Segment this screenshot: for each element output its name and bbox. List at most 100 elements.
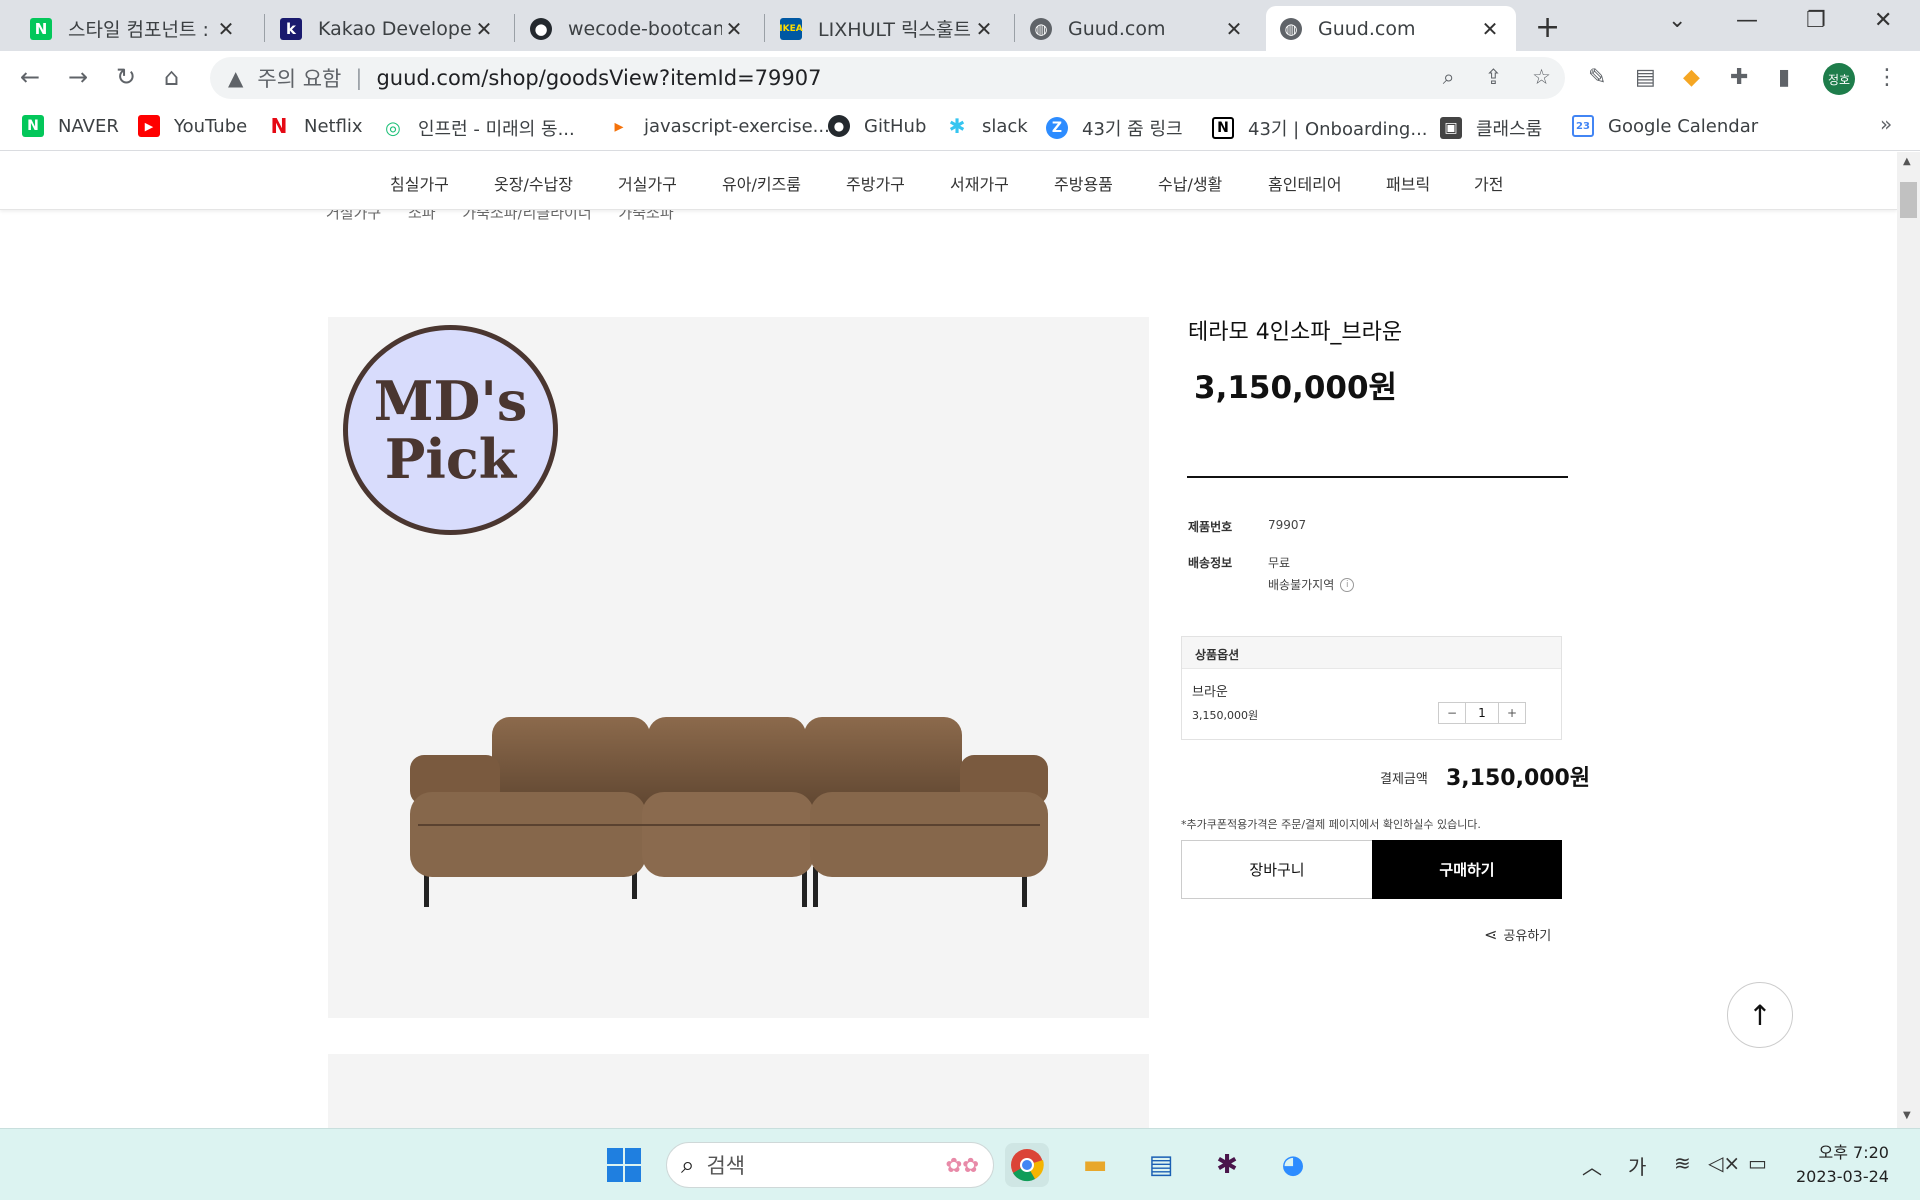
- browser-tab[interactable]: N 스타일 컴포넌트 : ✕: [16, 6, 252, 51]
- address-bar[interactable]: ▲ 주의 요함 | guud.com/shop/goodsView?itemId…: [210, 57, 1565, 99]
- naver-icon: N: [30, 17, 52, 40]
- volume-muted-icon[interactable]: ◁×: [1708, 1151, 1740, 1175]
- category-link[interactable]: 유아/키즈룸: [722, 171, 801, 195]
- category-link[interactable]: 주방가구: [846, 171, 905, 195]
- product-image[interactable]: MD's Pick: [328, 317, 1149, 1018]
- share-button[interactable]: ⋖ 공유하기: [1484, 925, 1551, 944]
- bookmark-slack[interactable]: ✱ slack: [946, 114, 1028, 138]
- scroll-up-arrow-icon[interactable]: ▲: [1903, 156, 1911, 167]
- start-button[interactable]: [602, 1143, 646, 1187]
- browser-tab[interactable]: ◍ Guud.com ✕: [1016, 6, 1260, 51]
- breadcrumb-item[interactable]: 소파: [408, 210, 436, 222]
- close-tab-icon[interactable]: ✕: [972, 17, 996, 41]
- share-page-icon[interactable]: ⇪: [1485, 65, 1503, 90]
- bookmark-youtube[interactable]: ▶ YouTube: [138, 115, 247, 137]
- restore-button[interactable]: ❐: [1806, 8, 1826, 33]
- quantity-stepper[interactable]: − 1 +: [1438, 702, 1526, 724]
- notepad-icon[interactable]: ▤: [1139, 1143, 1183, 1187]
- bookmark-classroom[interactable]: ▣ 클래스룸: [1440, 115, 1542, 141]
- breadcrumb-item[interactable]: 거실가구: [326, 210, 381, 222]
- extension-icon[interactable]: ◆: [1683, 65, 1700, 90]
- browser-tab[interactable]: IKEA LIXHULT 릭스훌트 ✕: [766, 6, 1010, 51]
- category-link[interactable]: 패브릭: [1386, 171, 1430, 195]
- category-link[interactable]: 주방용품: [1054, 171, 1113, 195]
- battery-icon[interactable]: ▭: [1748, 1151, 1767, 1175]
- file-explorer-icon[interactable]: ▬: [1073, 1143, 1117, 1187]
- decrease-button[interactable]: −: [1439, 703, 1465, 723]
- page-scrollbar[interactable]: ▲ ▼: [1897, 152, 1920, 1128]
- close-tab-icon[interactable]: ✕: [1478, 17, 1502, 41]
- profile-avatar[interactable]: 정호: [1823, 63, 1855, 95]
- globe-icon: ◍: [1030, 17, 1052, 40]
- close-tab-icon[interactable]: ✕: [722, 17, 746, 41]
- url-text[interactable]: guud.com/shop/goodsView?itemId=79907: [376, 66, 821, 90]
- category-link[interactable]: 수납/생활: [1158, 171, 1222, 195]
- youtube-icon: ▶: [138, 115, 160, 137]
- reload-icon[interactable]: ↻: [116, 63, 136, 91]
- more-bookmarks-icon[interactable]: »: [1880, 112, 1892, 136]
- minimize-button[interactable]: —: [1736, 8, 1758, 33]
- chrome-taskbar-icon[interactable]: [1005, 1143, 1049, 1187]
- wifi-icon[interactable]: ≋: [1674, 1151, 1691, 1175]
- buy-now-button[interactable]: 구매하기: [1372, 840, 1562, 899]
- add-to-cart-button[interactable]: 장바구니: [1181, 840, 1373, 899]
- close-tab-icon[interactable]: ✕: [1222, 17, 1246, 41]
- breadcrumb-item[interactable]: 가죽소파: [618, 210, 673, 222]
- security-label[interactable]: 주의 요함: [257, 63, 341, 93]
- bookmark-label: javascript-exercise...: [644, 115, 830, 137]
- github-icon: ●: [828, 115, 850, 137]
- scroll-down-arrow-icon[interactable]: ▼: [1903, 1110, 1911, 1121]
- bookmark-notion[interactable]: N 43기 | Onboarding...: [1212, 115, 1428, 141]
- forward-icon[interactable]: →: [68, 63, 88, 91]
- breadcrumb-item[interactable]: 가죽소파/리클라이너: [462, 210, 591, 222]
- bookmark-netflix[interactable]: N Netflix: [268, 114, 363, 138]
- info-icon[interactable]: i: [1340, 577, 1355, 592]
- bookmark-javascript-exercise[interactable]: ▸ javascript-exercise...: [608, 115, 830, 137]
- css-extension-icon[interactable]: ▤: [1635, 65, 1656, 90]
- tab-search-icon[interactable]: ⌄: [1668, 8, 1686, 33]
- bookmark-github[interactable]: ● GitHub: [828, 115, 926, 137]
- category-link[interactable]: 서재가구: [950, 171, 1009, 195]
- zoom-icon[interactable]: ⌕: [1443, 65, 1455, 90]
- ime-indicator[interactable]: 가: [1628, 1151, 1646, 1180]
- slack-taskbar-icon[interactable]: ✱: [1205, 1143, 1249, 1187]
- scroll-to-top-button[interactable]: ↑: [1727, 982, 1793, 1048]
- back-icon[interactable]: ←: [20, 63, 40, 91]
- category-link[interactable]: 거실가구: [618, 171, 677, 195]
- browser-tab-active[interactable]: ◍ Guud.com ✕: [1266, 6, 1516, 51]
- bookmark-inflearn[interactable]: ◎ 인프런 - 미래의 동...: [382, 115, 575, 141]
- home-icon[interactable]: ⌂: [164, 63, 179, 91]
- classroom-icon: ▣: [1440, 117, 1462, 139]
- close-tab-icon[interactable]: ✕: [214, 17, 238, 41]
- tab-title: Guud.com: [1068, 17, 1166, 40]
- bookmark-naver[interactable]: N NAVER: [22, 115, 119, 137]
- category-link[interactable]: 옷장/수납장: [494, 171, 573, 195]
- quantity-value[interactable]: 1: [1465, 703, 1499, 723]
- close-window-button[interactable]: ✕: [1874, 8, 1892, 33]
- bookmark-star-icon[interactable]: ☆: [1532, 65, 1551, 90]
- category-link[interactable]: 침실가구: [390, 171, 449, 195]
- divider: [1187, 476, 1568, 478]
- category-link[interactable]: 홈인테리어: [1268, 171, 1342, 195]
- browser-tab[interactable]: k Kakao Developers ✕: [266, 6, 510, 51]
- taskbar-search[interactable]: ⌕ 검색 ✿✿: [666, 1142, 994, 1188]
- menu-kebab-icon[interactable]: ⋮: [1876, 65, 1898, 90]
- increase-button[interactable]: +: [1499, 703, 1525, 723]
- bookmark-zoom[interactable]: Z 43기 줌 링크: [1046, 115, 1183, 141]
- show-hidden-icons[interactable]: ︿: [1582, 1151, 1602, 1180]
- scrollbar-thumb[interactable]: [1900, 182, 1917, 218]
- warning-icon[interactable]: ▲: [228, 66, 243, 90]
- category-link[interactable]: 가전: [1474, 171, 1503, 195]
- side-panel-icon[interactable]: ▮: [1778, 65, 1790, 90]
- browser-tab[interactable]: ● wecode-bootcamp ✕: [516, 6, 760, 51]
- eyedropper-extension-icon[interactable]: ✎: [1588, 65, 1606, 90]
- new-tab-button[interactable]: +: [1535, 10, 1560, 45]
- clock[interactable]: 오후 7:20 2023-03-24: [1796, 1141, 1889, 1189]
- paint-icon[interactable]: ◕: [1271, 1143, 1315, 1187]
- option-price: 3,150,000원: [1192, 709, 1259, 722]
- puzzle-icon[interactable]: ✚: [1730, 65, 1748, 90]
- bookmark-google-calendar[interactable]: 23 Google Calendar: [1572, 115, 1758, 137]
- option-box: 상품옵션 브라운 3,150,000원 − 1 +: [1181, 636, 1562, 740]
- close-tab-icon[interactable]: ✕: [472, 17, 496, 41]
- tab-title: Guud.com: [1318, 17, 1416, 40]
